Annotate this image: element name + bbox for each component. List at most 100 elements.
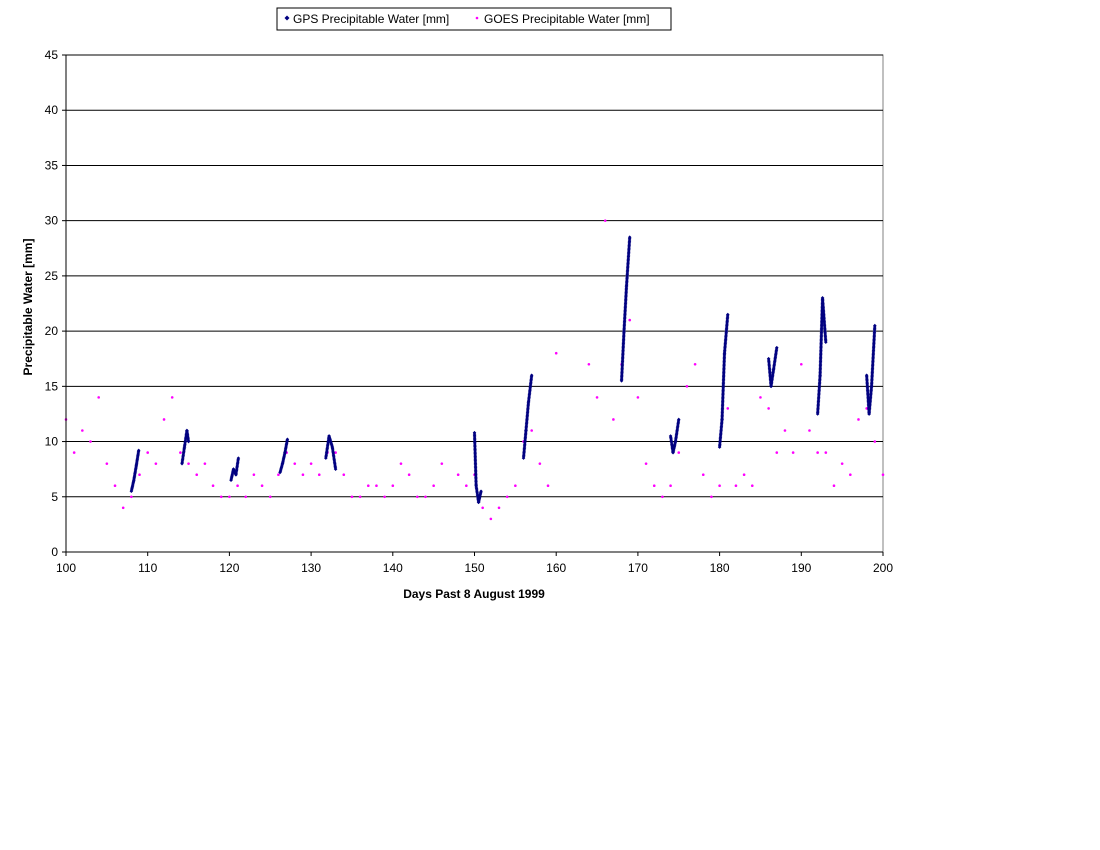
goes-point — [121, 506, 125, 510]
x-axis-title: Days Past 8 August 1999 — [403, 587, 545, 601]
goes-point — [677, 451, 681, 454]
legend: GPS Precipitable Water [mm] GOES Precipi… — [276, 7, 672, 31]
goes-point — [309, 462, 313, 465]
goes-point — [416, 495, 419, 499]
goes-point — [383, 495, 386, 499]
goes-point — [538, 462, 542, 465]
y-tick-label: 10 — [45, 435, 59, 449]
goes-point — [767, 407, 770, 410]
goes-point — [407, 473, 411, 476]
goes-point — [750, 484, 754, 488]
goes-point — [669, 484, 672, 488]
goes-point — [742, 473, 746, 476]
x-tick-label: 130 — [301, 561, 321, 575]
goes-point — [317, 473, 321, 476]
goes-point — [824, 451, 828, 454]
goes-point — [832, 484, 836, 488]
goes-point — [399, 462, 403, 465]
goes-point — [718, 484, 721, 488]
y-tick-label: 5 — [51, 490, 58, 504]
goes-point — [587, 362, 591, 366]
goes-point — [783, 429, 787, 432]
x-tick-label: 170 — [628, 561, 648, 575]
goes-point — [350, 495, 354, 499]
goes-point — [301, 473, 305, 476]
goes-point — [652, 484, 656, 488]
goes-point — [489, 517, 493, 521]
goes-point — [456, 473, 460, 476]
legend-goes-label: GOES Precipitable Water [mm] — [484, 12, 650, 26]
x-tick-label: 140 — [383, 561, 403, 575]
goes-point — [138, 473, 141, 476]
goes-point — [179, 451, 182, 454]
goes-point — [546, 484, 550, 488]
y-tick-label: 0 — [51, 545, 58, 559]
goes-point — [268, 495, 272, 499]
y-tick-label: 30 — [45, 214, 59, 228]
x-tick-label: 150 — [464, 561, 484, 575]
goes-point — [72, 451, 76, 454]
goes-point — [211, 484, 215, 488]
goes-point — [154, 462, 158, 465]
goes-point — [530, 429, 533, 432]
goes-point — [595, 396, 599, 399]
goes-point — [195, 473, 199, 476]
y-tick-label: 25 — [45, 269, 59, 283]
goes-point — [644, 462, 648, 465]
goes-point — [554, 351, 558, 355]
goes-point — [465, 484, 468, 488]
goes-point — [726, 407, 730, 410]
goes-point — [432, 484, 435, 488]
goes-point — [236, 484, 239, 488]
goes-point — [800, 362, 803, 366]
goes-point — [840, 462, 844, 465]
goes-point — [881, 473, 885, 476]
goes-point — [857, 418, 860, 421]
goes-point — [603, 219, 607, 222]
goes-point — [203, 462, 207, 465]
goes-point — [113, 484, 117, 488]
legend-goes-marker — [475, 16, 479, 20]
goes-point — [693, 362, 697, 366]
x-tick-label: 120 — [219, 561, 239, 575]
goes-point — [710, 495, 713, 499]
goes-point — [440, 462, 444, 465]
goes-point — [105, 462, 109, 465]
goes-point — [375, 484, 378, 488]
goes-point — [97, 396, 100, 399]
x-tick-label: 190 — [791, 561, 811, 575]
goes-point — [219, 495, 223, 499]
goes-point — [505, 495, 509, 499]
x-tick-label: 200 — [873, 561, 893, 575]
goes-point — [481, 506, 484, 510]
goes-point — [701, 473, 705, 476]
goes-point — [130, 495, 133, 499]
x-tick-label: 180 — [710, 561, 730, 575]
legend-gps-label: GPS Precipitable Water [mm] — [293, 12, 449, 26]
goes-point — [81, 429, 84, 432]
goes-point — [293, 462, 297, 465]
goes-point — [187, 462, 190, 465]
goes-point — [244, 495, 248, 499]
goes-point — [228, 495, 231, 499]
y-tick-label: 40 — [45, 103, 59, 117]
goes-point — [366, 484, 370, 488]
goes-point — [252, 473, 256, 476]
goes-point — [514, 484, 517, 488]
goes-point — [759, 396, 762, 399]
x-tick-label: 160 — [546, 561, 566, 575]
x-tick-label: 110 — [138, 561, 157, 575]
goes-point — [816, 451, 819, 454]
goes-point — [808, 429, 811, 432]
goes-point — [873, 440, 877, 443]
goes-point — [358, 495, 362, 499]
goes-point — [628, 318, 632, 322]
goes-point — [636, 396, 640, 399]
y-tick-label: 20 — [45, 324, 59, 338]
y-tick-label: 45 — [45, 48, 59, 62]
goes-point — [170, 396, 174, 399]
goes-point — [391, 484, 395, 488]
goes-point — [424, 495, 427, 499]
goes-point — [162, 418, 166, 421]
goes-point — [734, 484, 738, 488]
